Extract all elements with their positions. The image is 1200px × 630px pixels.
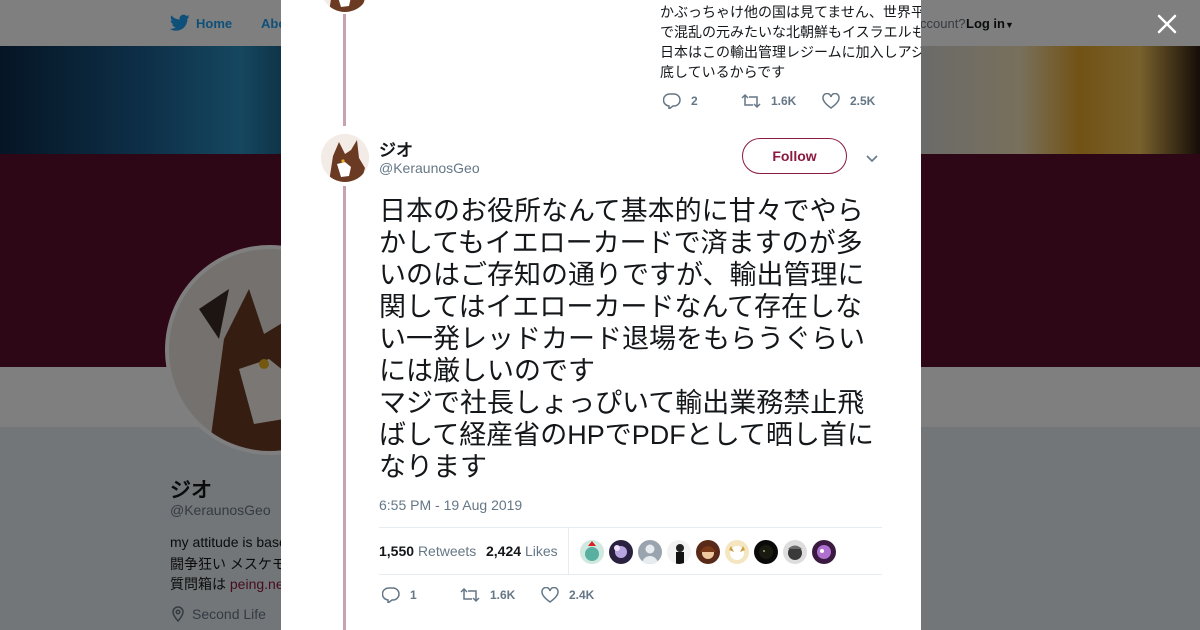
retweets-label: Retweets	[417, 543, 477, 559]
follow-button[interactable]: Follow	[742, 138, 847, 174]
thread-line	[343, 186, 346, 630]
retweet-icon	[741, 93, 761, 109]
previous-tweet-line: 底しているからです	[660, 64, 786, 80]
tweet-author-name[interactable]: ジオ	[379, 136, 413, 161]
thread-line	[343, 14, 346, 126]
retweet-count: 1.6K	[771, 94, 797, 108]
reply-count: 1	[410, 588, 417, 602]
previous-tweet-line: 日本はこの輸出管理レジームに加入しアジアの中で特に厳しい管理と刑罰を徹	[660, 44, 921, 60]
tweet-actions: 1 1.6K 2.4K	[382, 587, 594, 603]
avatar-image	[321, 134, 369, 182]
like-button[interactable]: 2.4K	[541, 587, 594, 603]
like-count: 2.5K	[850, 94, 876, 108]
reply-icon	[663, 93, 681, 109]
previous-tweet-line: で混乱の元みたいな北朝鮮もイスラエルも名乗ってます	[660, 24, 921, 40]
tweet-text: 日本のお役所なんて基本的に甘々でやらかしてもイエローカードで済ますのが多いのはご…	[379, 196, 874, 482]
like-icon	[822, 93, 840, 109]
stats-divider	[568, 528, 569, 574]
previous-tweet-line: かぶっちゃけ他の国は見てません、世界平和なんて言うだけなら存在するだけ	[660, 4, 921, 20]
avatar-image	[321, 0, 369, 12]
retweet-icon	[460, 587, 480, 603]
reply-button[interactable]: 2	[663, 93, 741, 109]
close-icon[interactable]	[1155, 12, 1179, 36]
reply-icon	[382, 587, 400, 603]
tweet-author-avatar[interactable]	[321, 134, 369, 182]
like-button[interactable]: 2.5K	[822, 93, 875, 109]
like-icon	[541, 587, 559, 603]
like-count: 2.4K	[569, 588, 595, 602]
liker-avatar[interactable]	[667, 540, 691, 564]
tweet-author-handle[interactable]: @KeraunosGeo	[379, 160, 480, 176]
previous-tweet-text: かぶっちゃけ他の国は見てません、世界平和なんて言うだけなら存在するだけ で混乱の…	[660, 2, 921, 82]
previous-tweet-actions: 2 1.6K 2.5K	[663, 93, 875, 109]
liker-avatar[interactable]	[609, 540, 633, 564]
retweets-stat[interactable]: 1,550 Retweets	[379, 543, 476, 559]
tweet-timestamp[interactable]: 6:55 PM - 19 Aug 2019	[379, 497, 522, 513]
liker-avatar[interactable]	[638, 540, 662, 564]
liker-avatar[interactable]	[696, 540, 720, 564]
liker-avatar[interactable]	[580, 540, 604, 564]
previous-tweet-avatar[interactable]	[321, 0, 369, 12]
liker-avatar[interactable]	[725, 540, 749, 564]
retweets-count: 1,550	[379, 543, 415, 559]
retweet-count: 1.6K	[490, 588, 516, 602]
tweet-stats: 1,550 Retweets 2,424 Likes	[379, 527, 882, 575]
retweet-button[interactable]: 1.6K	[460, 587, 541, 603]
liker-avatar[interactable]	[783, 540, 807, 564]
liker-avatar[interactable]	[812, 540, 836, 564]
reply-button[interactable]: 1	[382, 587, 460, 603]
likes-label: Likes	[524, 543, 558, 559]
liker-avatar[interactable]	[754, 540, 778, 564]
reply-count: 2	[691, 94, 698, 108]
chevron-down-icon[interactable]	[864, 150, 880, 166]
likes-stat[interactable]: 2,424 Likes	[486, 543, 558, 559]
retweet-button[interactable]: 1.6K	[741, 93, 822, 109]
likes-count: 2,424	[486, 543, 522, 559]
